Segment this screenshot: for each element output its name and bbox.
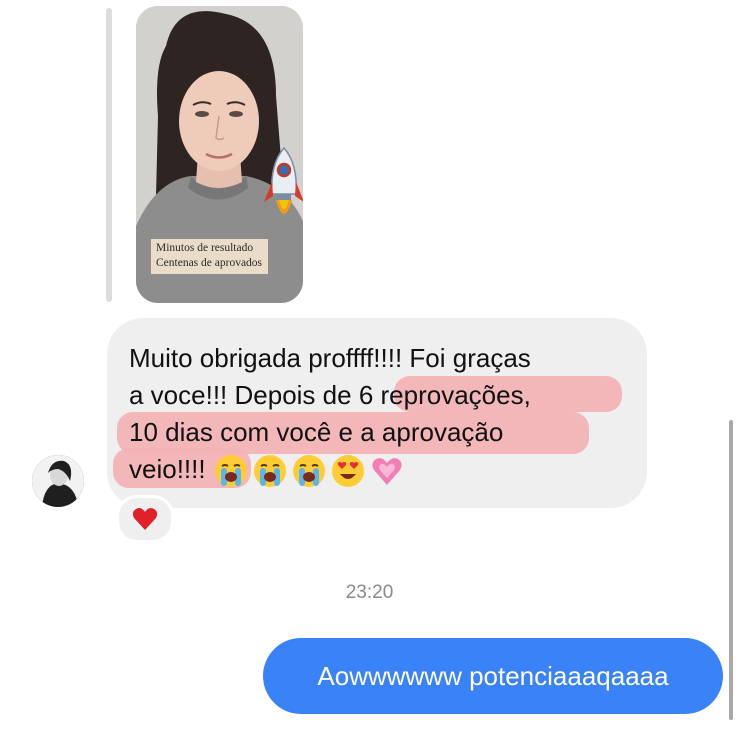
sent-message-bubble[interactable]: Aowwwwww potenciaaaqaaaa	[263, 638, 723, 714]
sent-message-text: Aowwwwww potenciaaaqaaaa	[317, 660, 669, 691]
reply-indicator-bar	[106, 8, 112, 302]
received-message-bubble[interactable]: Muito obrigada proffff!!!! Foi graças a …	[107, 318, 647, 508]
scrollbar[interactable]	[729, 420, 733, 720]
message-highlight-1: 6 reprovações,	[358, 380, 531, 410]
loudly-crying-face-icon	[292, 455, 325, 488]
emoji-row	[214, 454, 404, 488]
loudly-crying-face-icon	[214, 455, 247, 488]
message-line-1: Muito obrigada proffff!!!! Foi graças	[129, 343, 531, 373]
message-highlight-2: 10 dias com você e a aprovação	[129, 417, 504, 447]
story-caption-line1: Minutos de resultado	[156, 242, 254, 254]
heart-eyes-face-icon	[331, 455, 364, 488]
message-reaction[interactable]	[116, 495, 174, 543]
received-message-text: Muito obrigada proffff!!!! Foi graças a …	[129, 340, 649, 488]
story-caption: Minutos de resultado Centenas de aprovad…	[151, 239, 269, 274]
message-timestamp: 23:20	[345, 582, 394, 603]
message-line-2: a voce!!! Depois de	[129, 380, 359, 410]
story-reply-thumbnail[interactable]: Minutos de resultado Centenas de aprovad…	[136, 6, 303, 303]
avatar-photo	[32, 455, 84, 507]
loudly-crying-face-icon	[253, 455, 286, 488]
avatar[interactable]	[32, 455, 84, 507]
red-heart-icon	[132, 508, 158, 530]
story-caption-line2: Centenas de aprovados	[156, 257, 263, 269]
growing-heart-icon	[371, 458, 402, 486]
rocket-icon	[264, 146, 303, 214]
message-highlight-3: veio!!!!	[129, 454, 206, 484]
